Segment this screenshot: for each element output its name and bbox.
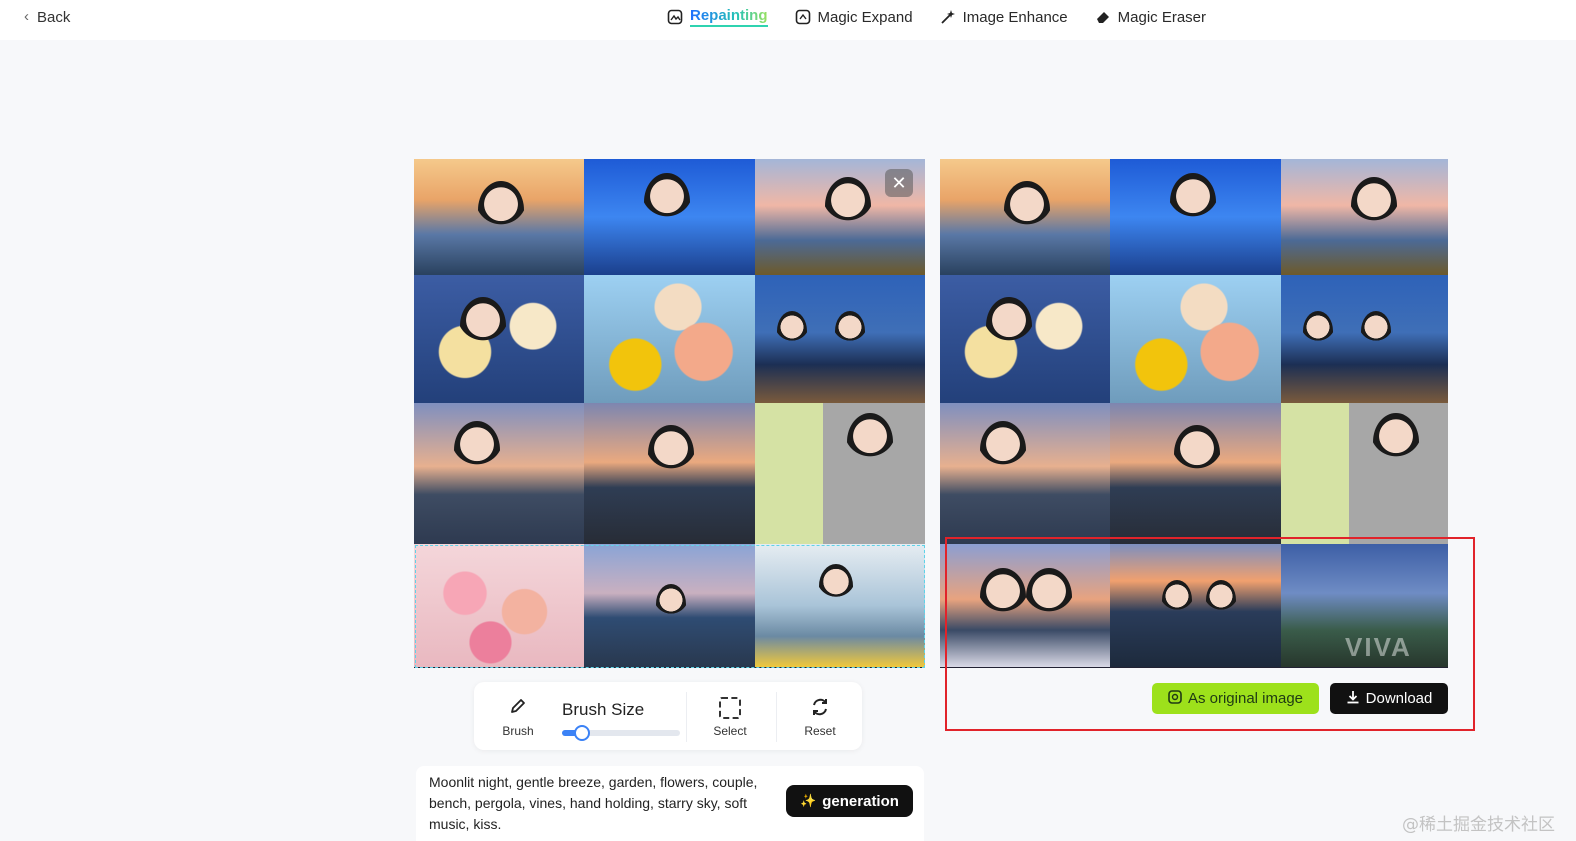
back-label: Back (37, 8, 71, 26)
image-tile (414, 159, 584, 275)
edit-toolbar: Brush Brush Size Select Reset (474, 682, 862, 750)
source-image-canvas[interactable] (414, 159, 925, 668)
brush-size-control: Brush Size (562, 700, 682, 741)
download-button[interactable]: Download (1330, 683, 1448, 714)
image-tile (1110, 275, 1281, 403)
image-tile (1281, 159, 1448, 275)
select-icon (698, 696, 762, 719)
tab-magic-eraser[interactable]: Magic Eraser (1094, 8, 1206, 26)
reset-label: Reset (804, 724, 836, 738)
generate-label: generation (822, 792, 899, 810)
refresh-icon (788, 696, 852, 718)
image-tile (755, 544, 925, 667)
image-tile (940, 544, 1110, 667)
prompt-panel: Moonlit night, gentle breeze, garden, fl… (416, 766, 924, 841)
tool-tabs: Repainting Magic Expand Image Enhance Ma… (666, 6, 1206, 28)
image-tile (414, 544, 584, 667)
image-tile (414, 275, 584, 403)
select-label: Select (713, 724, 747, 738)
site-watermark: @稀土掘金技术社区 (1402, 815, 1555, 835)
as-original-label: As original image (1187, 690, 1304, 707)
generate-button[interactable]: ✨ generation (786, 785, 913, 817)
eraser-icon (1094, 8, 1112, 26)
image-tile (1281, 275, 1448, 403)
image-swap-icon (1168, 689, 1182, 708)
reset-tool[interactable]: Reset (788, 696, 852, 738)
brush-tool[interactable]: Brush (486, 696, 550, 738)
repaint-icon (666, 8, 684, 26)
image-tile (1110, 544, 1281, 667)
select-tool[interactable]: Select (698, 696, 762, 738)
image-tile (584, 159, 755, 275)
back-button[interactable]: ‹ Back (24, 8, 70, 26)
image-tile (1281, 403, 1448, 544)
slider-knob[interactable] (574, 725, 590, 741)
image-tile (584, 403, 755, 544)
image-tile (755, 403, 925, 544)
image-tile (940, 275, 1110, 403)
image-tile (755, 275, 925, 403)
prompt-text[interactable]: Moonlit night, gentle breeze, garden, fl… (429, 772, 774, 835)
brush-label: Brush (502, 724, 534, 738)
tab-image-enhance[interactable]: Image Enhance (939, 8, 1068, 26)
image-tile (940, 403, 1110, 544)
image-tile (940, 159, 1110, 275)
expand-icon (794, 8, 812, 26)
divider (686, 692, 687, 742)
download-label: Download (1365, 690, 1433, 707)
pencil-icon (486, 696, 550, 718)
brush-size-label: Brush Size (562, 700, 645, 719)
image-tile (584, 275, 755, 403)
watermark: VIVA (1345, 632, 1412, 662)
image-tile (414, 403, 584, 544)
image-tile (1110, 403, 1281, 544)
enhance-icon (939, 8, 957, 26)
close-icon[interactable]: ✕ (885, 169, 913, 197)
tab-label: Magic Expand (817, 8, 913, 26)
top-nav: ‹ Back Repainting Magic Expand Image Enh… (0, 0, 1576, 40)
brush-size-slider[interactable] (562, 725, 680, 741)
result-image (940, 159, 1448, 668)
chevron-left-icon: ‹ (24, 7, 29, 25)
image-tile (1110, 159, 1281, 275)
download-icon (1346, 690, 1360, 708)
tab-label: Magic Eraser (1117, 8, 1206, 26)
sparkle-icon: ✨ (800, 793, 817, 808)
tab-magic-expand[interactable]: Magic Expand (794, 8, 913, 26)
tab-label: Repainting (690, 7, 768, 27)
divider (776, 692, 777, 742)
image-tile (584, 544, 755, 667)
as-original-image-button[interactable]: As original image (1152, 683, 1319, 714)
tab-repainting[interactable]: Repainting (666, 7, 768, 27)
tab-label: Image Enhance (962, 8, 1068, 26)
